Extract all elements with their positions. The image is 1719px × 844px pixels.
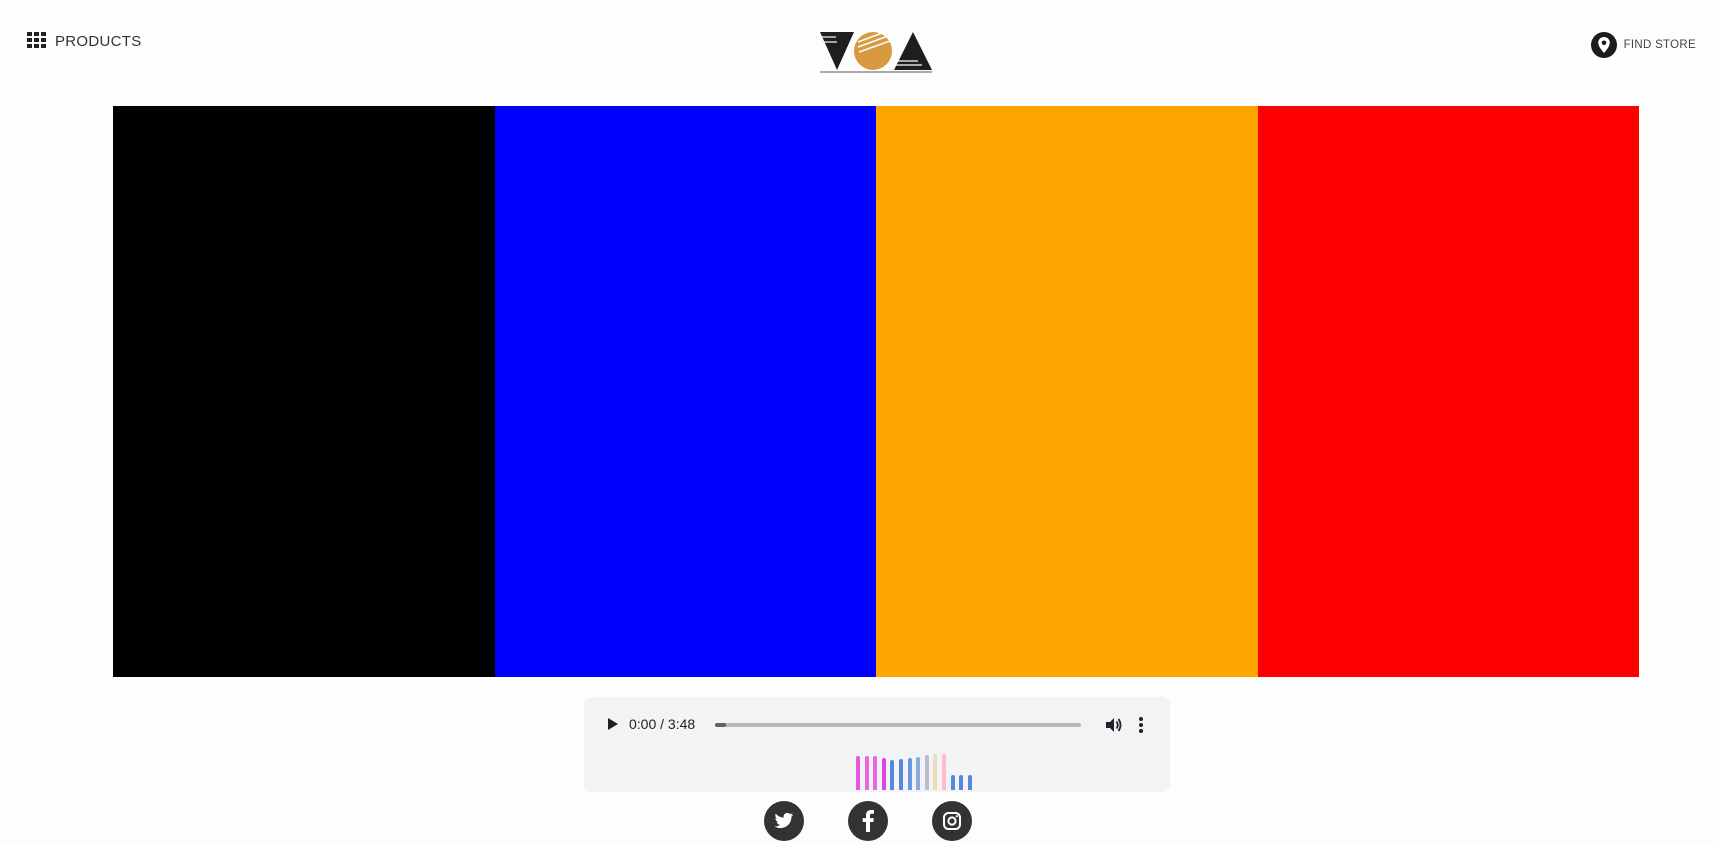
equalizer-bar <box>890 760 894 790</box>
time-display: 0:00 / 3:48 <box>629 716 696 732</box>
equalizer-bar <box>916 757 920 790</box>
audio-controls: 0:00 / 3:48 <box>584 697 1170 751</box>
equalizer-bar <box>933 754 937 790</box>
color-band-red <box>1257 106 1639 677</box>
instagram-link[interactable] <box>932 801 972 841</box>
products-label: PRODUCTS <box>55 32 142 50</box>
facebook-link[interactable] <box>848 801 888 841</box>
equalizer-bar <box>899 759 903 790</box>
more-vertical-icon[interactable] <box>1136 715 1146 735</box>
social-links <box>764 801 974 843</box>
equalizer-bar <box>908 758 912 790</box>
seek-progress <box>715 723 726 727</box>
equalizer-bar <box>959 775 963 790</box>
seek-bar[interactable] <box>715 723 1081 727</box>
color-bands <box>113 106 1639 677</box>
equalizer-bar <box>968 775 972 790</box>
header: PRODUCTS FIND STORE <box>0 0 1719 95</box>
grid-menu-icon <box>27 32 47 50</box>
equalizer-bar <box>865 756 869 790</box>
audio-player: 0:00 / 3:48 <box>584 697 1170 792</box>
products-menu-button[interactable]: PRODUCTS <box>27 32 142 50</box>
equalizer-bar <box>882 758 886 790</box>
equalizer-visualizer <box>856 753 986 793</box>
volume-icon[interactable] <box>1103 715 1123 735</box>
color-band-blue <box>494 106 876 677</box>
color-band-black <box>113 106 495 677</box>
equalizer-bar <box>873 756 877 790</box>
equalizer-bar <box>856 756 860 790</box>
facebook-icon <box>862 810 874 832</box>
find-store-label: FIND STORE <box>1623 39 1696 51</box>
find-store-button[interactable]: FIND STORE <box>1590 32 1696 58</box>
play-icon[interactable] <box>604 716 620 732</box>
equalizer-bar <box>942 754 946 790</box>
twitter-link[interactable] <box>764 801 804 841</box>
voa-logo[interactable] <box>818 28 934 76</box>
twitter-icon <box>774 812 794 829</box>
location-pin-icon <box>1590 32 1617 58</box>
equalizer-bar <box>951 775 955 790</box>
color-band-orange <box>876 106 1258 677</box>
instagram-icon <box>943 812 961 830</box>
equalizer-bar <box>925 755 929 790</box>
